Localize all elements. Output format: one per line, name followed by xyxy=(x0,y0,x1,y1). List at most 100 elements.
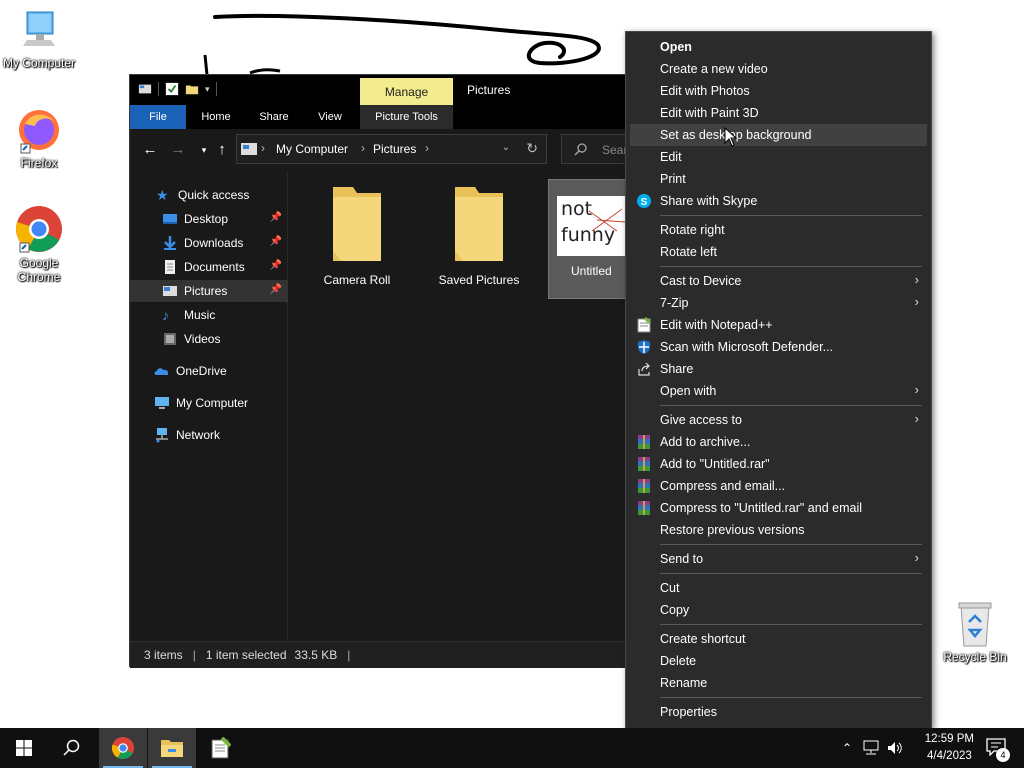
desktop-icon-recycle-bin[interactable]: Recycle Bin xyxy=(937,600,1013,664)
menu-item-compress-rar-email[interactable]: Compress to "Untitled.rar" and email xyxy=(630,497,927,519)
file-item-camera-roll[interactable]: Camera Roll xyxy=(297,179,417,299)
nav-item-videos[interactable]: Videos xyxy=(130,328,288,350)
tab-home[interactable]: Home xyxy=(190,105,242,129)
desktop-icon-chrome[interactable]: Google Chrome xyxy=(1,204,77,284)
file-label: Untitled xyxy=(571,264,612,278)
file-item-saved-pictures[interactable]: Saved Pictures xyxy=(419,179,539,299)
address-row: ← → ▾ ↑ › My Computer › Pictures › ⌄ ↻ S… xyxy=(130,129,641,171)
nav-item-documents[interactable]: Documents 📌 xyxy=(130,256,288,278)
menu-item-rotate-right[interactable]: Rotate right xyxy=(630,219,927,241)
nav-item-quick-access[interactable]: ★ Quick access xyxy=(130,184,288,206)
desktop-icon-label: Firefox xyxy=(20,156,58,170)
menu-item-rename[interactable]: Rename xyxy=(630,672,927,694)
menu-item-edit-notepadpp[interactable]: Edit with Notepad++ xyxy=(630,314,927,336)
tab-manage[interactable]: Manage xyxy=(360,78,453,105)
pin-icon[interactable]: 📌 xyxy=(270,260,282,271)
breadcrumb-separator-icon[interactable]: › xyxy=(261,141,265,155)
menu-item-add-to-archive[interactable]: Add to archive... xyxy=(630,431,927,453)
menu-item-label: Create shortcut xyxy=(660,632,746,646)
pin-icon[interactable]: 📌 xyxy=(270,236,282,247)
menu-item-open[interactable]: Open xyxy=(630,36,927,58)
nav-item-downloads[interactable]: Downloads 📌 xyxy=(130,232,288,254)
refresh-icon[interactable]: ↻ xyxy=(526,140,538,157)
breadcrumb-my-computer[interactable]: My Computer xyxy=(276,142,348,156)
menu-item-send-to[interactable]: Send to › xyxy=(630,548,927,570)
menu-item-label: Scan with Microsoft Defender... xyxy=(660,340,833,354)
menu-item-scan-defender[interactable]: Scan with Microsoft Defender... xyxy=(630,336,927,358)
breadcrumb-pictures[interactable]: Pictures xyxy=(373,142,416,156)
menu-item-share[interactable]: Share xyxy=(630,358,927,380)
pictures-location-icon xyxy=(241,143,257,155)
menu-item-cast-to-device[interactable]: Cast to Device › xyxy=(630,270,927,292)
menu-separator xyxy=(660,697,922,698)
nav-item-pictures[interactable]: Pictures 📌 xyxy=(130,280,288,302)
menu-item-delete[interactable]: Delete xyxy=(630,650,927,672)
menu-item-set-desktop-background[interactable]: Set as desktop background xyxy=(630,124,927,146)
search-placeholder: Sear xyxy=(602,143,628,157)
start-button[interactable] xyxy=(0,728,48,768)
address-bar[interactable]: › My Computer › Pictures › ⌄ ↻ xyxy=(236,134,547,164)
tab-file[interactable]: File xyxy=(130,105,186,129)
menu-item-cut[interactable]: Cut xyxy=(630,577,927,599)
volume-icon[interactable] xyxy=(886,740,904,756)
menu-item-restore-versions[interactable]: Restore previous versions xyxy=(630,519,927,541)
menu-item-share-skype[interactable]: S Share with Skype xyxy=(630,190,927,212)
nav-item-music[interactable]: ♪ Music xyxy=(130,304,288,326)
clock[interactable]: 12:59 PM 4/4/2023 xyxy=(925,731,974,765)
submenu-arrow-icon: › xyxy=(914,272,919,287)
nav-item-onedrive[interactable]: OneDrive xyxy=(130,360,288,382)
forward-icon[interactable]: → xyxy=(170,142,186,158)
scribble-mark xyxy=(588,208,626,232)
recent-locations-icon[interactable]: ▾ xyxy=(196,142,212,158)
pin-icon[interactable]: 📌 xyxy=(270,284,282,295)
pin-icon[interactable]: 📌 xyxy=(270,212,282,223)
show-hidden-icons-icon[interactable]: ⌃ xyxy=(838,741,856,755)
tab-picture-tools[interactable]: Picture Tools xyxy=(360,105,453,129)
menu-separator xyxy=(660,405,922,406)
nav-item-my-computer[interactable]: My Computer xyxy=(130,392,288,414)
menu-item-rotate-left[interactable]: Rotate left xyxy=(630,241,927,263)
properties-icon[interactable] xyxy=(138,82,152,96)
desktop-icon-my-computer[interactable]: My Computer xyxy=(1,10,77,70)
new-folder-icon[interactable] xyxy=(185,82,199,96)
dropdown-icon[interactable]: ▾ xyxy=(205,84,210,95)
search-button[interactable] xyxy=(48,728,96,768)
search-icon xyxy=(574,143,587,156)
tab-share[interactable]: Share xyxy=(248,105,300,129)
onedrive-icon xyxy=(154,368,169,375)
status-separator: | xyxy=(192,648,196,662)
menu-item-label: Edit with Notepad++ xyxy=(660,318,773,332)
taskbar-notepadpp[interactable] xyxy=(196,728,244,768)
menu-item-edit-paint3d[interactable]: Edit with Paint 3D xyxy=(630,102,927,124)
menu-item-label: Compress and email... xyxy=(660,479,786,493)
taskbar-chrome[interactable] xyxy=(99,728,147,768)
back-icon[interactable]: ← xyxy=(142,142,158,158)
menu-item-properties[interactable]: Properties xyxy=(630,701,927,723)
menu-item-copy[interactable]: Copy xyxy=(630,599,927,621)
breadcrumb-separator-icon[interactable]: › xyxy=(361,141,365,155)
network-status-icon[interactable] xyxy=(862,740,880,756)
menu-item-compress-email[interactable]: Compress and email... xyxy=(630,475,927,497)
menu-item-7zip[interactable]: 7-Zip › xyxy=(630,292,927,314)
desktop-icon-firefox[interactable]: Firefox xyxy=(1,106,77,170)
mouse-cursor-icon xyxy=(724,127,738,147)
menu-item-give-access[interactable]: Give access to › xyxy=(630,409,927,431)
menu-item-open-with[interactable]: Open with › xyxy=(630,380,927,402)
menu-item-label: Rename xyxy=(660,676,708,690)
nav-item-desktop[interactable]: Desktop 📌 xyxy=(130,208,288,230)
checkmark-icon[interactable] xyxy=(165,82,179,96)
breadcrumb-separator-icon[interactable]: › xyxy=(425,141,429,155)
star-icon: ★ xyxy=(156,187,169,203)
address-history-chevron-icon[interactable]: ⌄ xyxy=(502,142,510,153)
menu-item-add-to-rar[interactable]: Add to "Untitled.rar" xyxy=(630,453,927,475)
menu-item-create-video[interactable]: Create a new video xyxy=(630,58,927,80)
tab-view[interactable]: View xyxy=(304,105,356,129)
file-item-untitled[interactable]: not funny Untitled xyxy=(548,179,628,299)
menu-item-edit[interactable]: Edit xyxy=(630,146,927,168)
taskbar-file-explorer[interactable] xyxy=(148,728,196,768)
menu-item-create-shortcut[interactable]: Create shortcut xyxy=(630,628,927,650)
nav-item-network[interactable]: Network xyxy=(130,424,288,446)
menu-item-print[interactable]: Print xyxy=(630,168,927,190)
up-icon[interactable]: ↑ xyxy=(214,142,230,158)
menu-item-edit-photos[interactable]: Edit with Photos xyxy=(630,80,927,102)
